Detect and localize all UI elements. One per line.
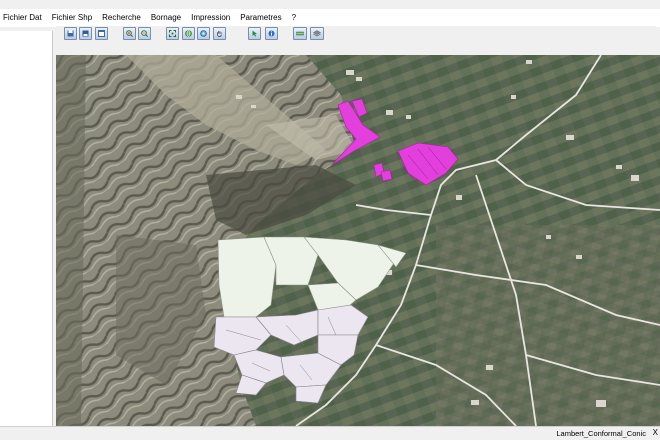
menu-help[interactable]: ?: [287, 9, 301, 27]
gis-application-window: Fichier Dat Fichier Shp Recherche Bornag…: [0, 0, 660, 440]
menu-recherche[interactable]: Recherche: [97, 9, 146, 27]
refresh-icon[interactable]: [197, 27, 210, 40]
zoom-out-icon[interactable]: [138, 27, 151, 40]
save-as-icon[interactable]: [79, 27, 92, 40]
map-canvas[interactable]: [56, 55, 660, 426]
toolbar: [56, 26, 656, 42]
menu-parametres[interactable]: Parametres: [235, 9, 286, 27]
layer-panel[interactable]: [0, 31, 53, 426]
menu-bar: Fichier Dat Fichier Shp Recherche Bornag…: [0, 9, 660, 27]
satellite-map[interactable]: [56, 55, 660, 426]
projection-label: Lambert_Conformal_Conic: [556, 429, 646, 438]
menu-bornage[interactable]: Bornage: [146, 9, 186, 27]
full-extent-icon[interactable]: [166, 27, 179, 40]
window-icon[interactable]: [95, 27, 108, 40]
info-icon[interactable]: [265, 27, 278, 40]
close-icon[interactable]: X: [653, 428, 658, 437]
menu-fichier-dat[interactable]: Fichier Dat: [0, 9, 47, 27]
zoom-in-icon[interactable]: [123, 27, 136, 40]
pan-hand-icon[interactable]: [213, 27, 226, 40]
menu-impression[interactable]: Impression: [186, 9, 235, 27]
globe-icon[interactable]: [182, 27, 195, 40]
menu-fichier-shp[interactable]: Fichier Shp: [47, 9, 97, 27]
status-bar: Lambert_Conformal_Conic X: [0, 426, 660, 440]
select-arrow-icon[interactable]: [248, 27, 261, 40]
layers-stack-icon[interactable]: [310, 27, 324, 40]
save-icon[interactable]: [64, 27, 77, 40]
layer-icon[interactable]: [293, 27, 307, 40]
